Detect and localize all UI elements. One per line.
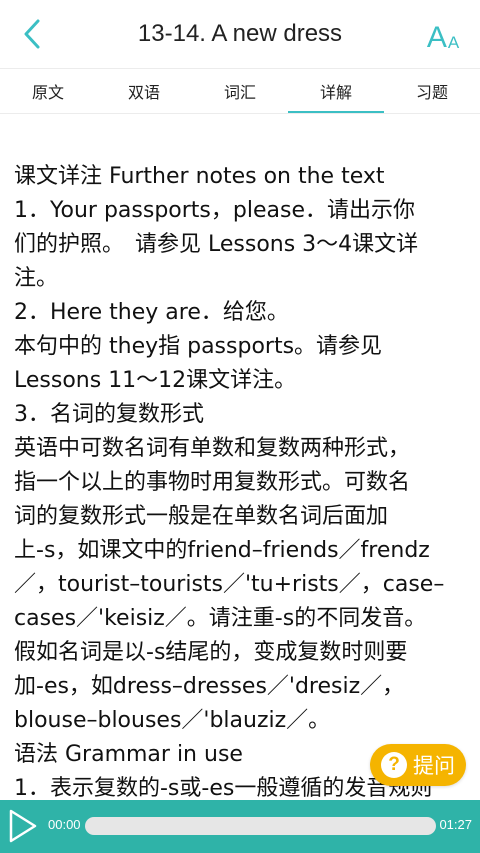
content-line: 2．Here they are．给您。 <box>14 300 289 325</box>
font-size-icon-small: A <box>447 33 460 52</box>
ask-question-label: 提问 <box>413 754 455 778</box>
content-line: 们的护照。 请参见 Lessons 3～4课文详 <box>14 232 419 257</box>
content-line: 英语中可数名词有单数和复数两种形式， <box>14 436 411 461</box>
audio-player: 00:00 01:27 <box>0 800 480 853</box>
content-line: blouse–blouses／'blauziz／。 <box>14 708 331 733</box>
content-line: 词的复数形式一般是在单数名词后面加 <box>14 504 389 529</box>
content-line: 假如名词是以-s结尾的，变成复数时则要 <box>14 640 408 665</box>
play-button[interactable] <box>6 808 40 844</box>
font-size-button[interactable]: A A <box>420 14 466 54</box>
font-size-icon-large: A <box>426 21 447 54</box>
content-line: 加-es，如dress–dresses／'dresiz／， <box>14 674 405 699</box>
tab-bilingual[interactable]: 双语 <box>96 69 192 113</box>
page-title: 13-14. A new dress <box>137 20 343 47</box>
back-button[interactable] <box>14 14 50 54</box>
header: 13-14. A new dress A A <box>0 0 480 68</box>
content-line: ／，tourist–tourists／'tu+rists／，case– <box>14 572 445 597</box>
progress-slider[interactable] <box>85 817 436 835</box>
content-line: 3．名词的复数形式 <box>14 402 204 427</box>
article-content: 课文详注 Further notes on the text 1．Your pa… <box>14 160 466 806</box>
content-line: cases／'keisiz／。请注重-s的不同发音。 <box>14 606 427 631</box>
current-time: 00:00 <box>48 817 81 832</box>
tab-exercises[interactable]: 习题 <box>384 69 480 113</box>
content-line: 本句中的 they指 passports。请参见 <box>14 334 383 359</box>
tab-vocabulary[interactable]: 词汇 <box>192 69 288 113</box>
content-line: 指一个以上的事物时用复数形式。可数名 <box>14 470 411 495</box>
content-line: 1．Your passports，please．请出示你 <box>14 198 415 223</box>
chevron-left-icon <box>24 19 40 49</box>
content-line: Lessons 11～12课文详注。 <box>14 368 297 393</box>
content-line: 上-s，如课文中的friend–friends／frendz <box>14 538 430 563</box>
play-icon <box>9 809 37 843</box>
ask-question-button[interactable]: ? 提问 <box>370 744 466 786</box>
tab-original[interactable]: 原文 <box>0 69 96 113</box>
question-mark-icon: ? <box>381 752 407 778</box>
total-time: 01:27 <box>439 817 472 832</box>
screen: 13-14. A new dress A A 原文 双语 词汇 详解 习题 课文… <box>0 0 480 853</box>
tab-explanation[interactable]: 详解 <box>288 69 384 113</box>
content-line: 课文详注 Further notes on the text <box>14 164 385 189</box>
content-line: 注。 <box>14 266 59 291</box>
tab-bar: 原文 双语 词汇 详解 习题 <box>0 68 480 114</box>
